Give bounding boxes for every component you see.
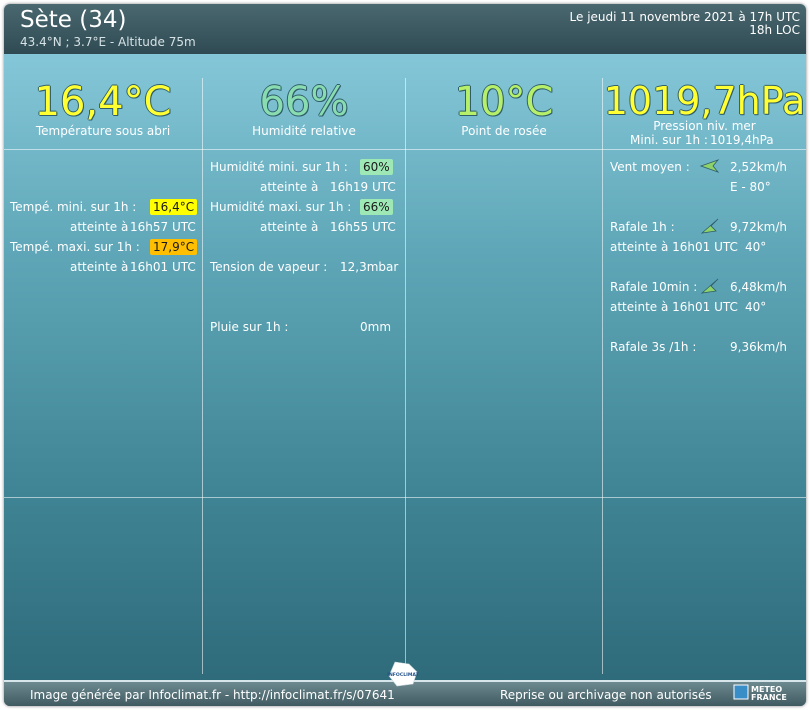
- gust3s-label: Rafale 3s /1h :: [610, 340, 697, 354]
- meteo-france-logo: METEO FRANCE: [733, 684, 787, 702]
- column-divider: [405, 78, 406, 674]
- humidity-label: Humidité relative: [252, 124, 356, 138]
- pressure-min-value: 1019,4hPa: [710, 133, 774, 147]
- temperature-value: 16,4°C: [34, 79, 172, 125]
- header: Sète (34) 43.4°N ; 3.7°E - Altitude 75m …: [4, 4, 806, 54]
- hum-min-at-time: 16h19 UTC: [330, 180, 396, 194]
- hum-max-label: Humidité maxi. sur 1h :: [210, 200, 352, 214]
- temperature-label: Température sous abri: [35, 124, 171, 138]
- wind-avg-dir: E - 80°: [730, 180, 771, 194]
- dewpoint-label: Point de rosée: [461, 124, 547, 138]
- temp-max-at-label: atteinte à: [70, 260, 129, 274]
- rain-value: 0mm: [360, 320, 392, 334]
- gust1h-dir: 40°: [745, 240, 767, 254]
- infoclimat-logo: INFOCLIMAT: [387, 661, 420, 687]
- pressure-min-label: Mini. sur 1h :: [630, 133, 708, 147]
- temp-min-at-label: atteinte à: [70, 220, 129, 234]
- hum-min-value: 60%: [360, 159, 393, 175]
- hum-max-at-time: 16h55 UTC: [330, 220, 396, 234]
- svg-text:INFOCLIMAT: INFOCLIMAT: [387, 672, 419, 678]
- column-divider: [202, 78, 203, 674]
- temp-min-label: Tempé. mini. sur 1h :: [10, 200, 137, 214]
- gust1h-value: 9,72km/h: [730, 220, 788, 234]
- gust3s-value: 9,36km/h: [730, 340, 788, 354]
- svg-text:FRANCE: FRANCE: [751, 693, 787, 702]
- pressure-value: 1019,7hPa: [603, 79, 806, 123]
- rain-label: Pluie sur 1h :: [210, 320, 289, 334]
- weather-panel: Sète (34) 43.4°N ; 3.7°E - Altitude 75m …: [4, 4, 806, 706]
- temp-max-value: 17,9°C: [150, 239, 198, 255]
- gust-arrow-icon: [700, 218, 719, 234]
- gust1h-label: Rafale 1h :: [610, 220, 675, 234]
- temp-min-value: 16,4°C: [150, 199, 198, 215]
- temp-max-label: Tempé. maxi. sur 1h :: [10, 240, 140, 254]
- dewpoint-value: 10°C: [454, 79, 554, 125]
- pressure-label: Pression niv. mer: [653, 119, 756, 133]
- temp-min-at-time: 16h57 UTC: [130, 220, 196, 234]
- wind-avg-value: 2,52km/h: [730, 160, 788, 174]
- hum-max-at-label: atteinte à: [260, 220, 319, 234]
- column-divider: [602, 78, 603, 674]
- vapour-label: Tension de vapeur :: [210, 260, 328, 274]
- vapour-value: 12,3mbar: [340, 260, 399, 274]
- gust10-dir: 40°: [745, 300, 767, 314]
- gust10-at: atteinte à 16h01 UTC: [610, 300, 738, 314]
- humidity-value: 66%: [259, 79, 349, 125]
- station-coords: 43.4°N ; 3.7°E - Altitude 75m: [20, 35, 196, 49]
- gust10-label: Rafale 10min :: [610, 280, 698, 294]
- footer-credit: Image générée par Infoclimat.fr - http:/…: [30, 688, 395, 702]
- footer-rights: Reprise ou archivage non autorisés: [500, 688, 712, 702]
- wind-arrow-icon: [700, 159, 720, 173]
- hum-min-at-label: atteinte à: [260, 180, 319, 194]
- wind-avg-label: Vent moyen :: [610, 160, 690, 174]
- gust10-value: 6,48km/h: [730, 280, 788, 294]
- hum-min-label: Humidité mini. sur 1h :: [210, 160, 348, 174]
- gust1h-at: atteinte à 16h01 UTC: [610, 240, 738, 254]
- hum-max-value: 66%: [360, 199, 393, 215]
- temp-max-at-time: 16h01 UTC: [130, 260, 196, 274]
- row-divider: [4, 149, 806, 150]
- observation-date: Le jeudi 11 novembre 2021 à 17h UTC: [569, 10, 800, 24]
- gust-arrow-icon: [700, 278, 719, 294]
- station-title: Sète (34): [20, 7, 127, 33]
- row-divider: [4, 497, 806, 498]
- local-time: 18h LOC: [749, 23, 800, 37]
